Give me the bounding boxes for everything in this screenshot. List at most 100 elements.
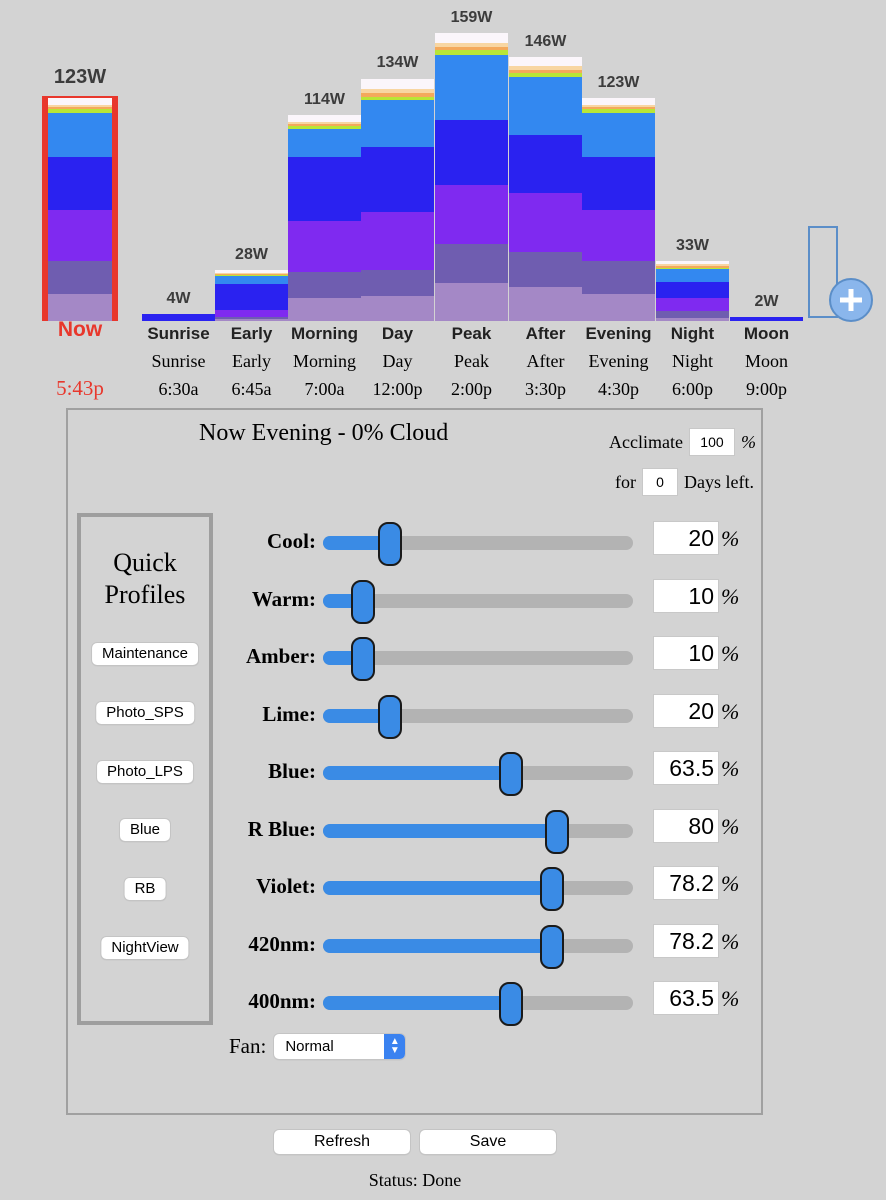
channel-value-input[interactable]: 78.2 — [653, 923, 719, 958]
bar-segment-violet — [435, 185, 508, 245]
channel-label: Warm: — [251, 586, 316, 611]
bar-night[interactable]: 33W Night Night 6:00p — [656, 0, 729, 408]
bar-sunrise[interactable]: 4W Sunrise Sunrise 6:30a — [142, 0, 215, 408]
channel-slider[interactable] — [323, 867, 633, 911]
bar-after[interactable]: 146W After After 3:30p — [509, 0, 582, 408]
slider-thumb[interactable] — [544, 809, 569, 854]
bar-segment-cool — [48, 98, 112, 106]
percent-label: % — [721, 641, 740, 666]
bar-segment-blue — [288, 129, 361, 158]
bar-segment-420nm — [288, 272, 361, 299]
channel-row: Blue: 63.5% — [68, 749, 765, 796]
bar-segment-violet — [288, 221, 361, 273]
channel-label: 420nm: — [248, 931, 316, 956]
slider-fill — [323, 766, 516, 780]
slider-thumb[interactable] — [499, 982, 524, 1026]
channel-slider[interactable] — [323, 809, 633, 854]
slider-thumb[interactable] — [499, 752, 524, 796]
slider-thumb[interactable] — [378, 694, 403, 739]
bar-stack — [582, 98, 655, 321]
status-text: Status: Done — [368, 1170, 462, 1190]
bar-watts-label: 114W — [304, 90, 345, 108]
bar-watts-label: 4W — [166, 289, 191, 307]
bar-evening[interactable]: 123W Evening Evening 4:30p — [582, 0, 655, 408]
bar-segment-420nm — [509, 252, 582, 287]
channel-slider[interactable] — [323, 694, 633, 739]
select-arrows-icon: ▲ ▼ — [384, 1034, 406, 1059]
slider-thumb[interactable] — [378, 522, 403, 566]
days-input[interactable]: 0 — [642, 468, 678, 496]
save-button[interactable]: Save — [420, 1130, 556, 1154]
bar-watts-label: 134W — [376, 54, 419, 72]
bar-time: 5:43p — [56, 376, 104, 400]
slider-thumb[interactable] — [539, 924, 564, 969]
channel-slider[interactable] — [323, 924, 633, 969]
bar-stack — [142, 313, 215, 321]
bar-stack — [288, 114, 361, 321]
bar-segment-420nm — [361, 270, 434, 296]
bar-morning[interactable]: 114W Morning Morning 7:00a — [288, 0, 361, 408]
channel-value-input[interactable]: 63.5 — [653, 751, 719, 785]
bar-stack — [42, 96, 118, 321]
channel-slider[interactable] — [323, 637, 633, 681]
bar-segment-r-blue — [288, 157, 361, 222]
channel-value-input[interactable]: 20 — [653, 693, 719, 728]
plus-circle-icon[interactable] — [829, 278, 873, 322]
slider-thumb[interactable] — [350, 637, 375, 681]
bar-segment-r-blue — [142, 314, 215, 321]
bar-watts-label: 123W — [597, 74, 640, 92]
channel-value-input[interactable]: 10 — [653, 578, 719, 613]
bar-segment-blue — [435, 54, 508, 121]
bar-watts-label: 2W — [754, 293, 779, 311]
channel-value-input[interactable]: 10 — [653, 636, 719, 670]
percent-label: % — [721, 928, 740, 954]
bar-watts-label: 28W — [235, 246, 268, 264]
bar-label: Moon — [743, 324, 790, 343]
bar-early[interactable]: 28W Early Early 6:45a — [215, 0, 288, 408]
channel-slider[interactable] — [323, 579, 633, 624]
schedule-chart: 123W Now 5:43p 4W Sunrise Sunrise 6:30a 28W Earl… — [0, 0, 886, 408]
for-label: for — [615, 471, 636, 492]
fan-row: Fan: Normal ▲ ▼ — [229, 1034, 406, 1059]
channel-row: Cool: 20% — [68, 519, 765, 566]
channel-label: R Blue: — [247, 816, 316, 841]
bar-stack — [656, 261, 729, 321]
slider-thumb[interactable] — [350, 579, 375, 624]
acclimate-label: Acclimate — [609, 431, 683, 452]
channel-value-input[interactable]: 63.5 — [653, 981, 719, 1015]
channel-slider[interactable] — [323, 522, 633, 566]
bar-watts-label: 33W — [676, 237, 709, 255]
percent-label: % — [721, 756, 740, 781]
percent-label: % — [721, 698, 740, 724]
bar-segment-400nm — [582, 293, 655, 321]
channel-value-input[interactable]: 20 — [653, 521, 719, 555]
refresh-button[interactable]: Refresh — [274, 1130, 410, 1154]
slider-fill — [323, 881, 556, 895]
bar-segment-400nm — [48, 293, 112, 321]
bar-segment-r-blue — [730, 317, 803, 321]
channel-slider[interactable] — [323, 982, 633, 1026]
channel-value-input[interactable]: 78.2 — [653, 866, 719, 900]
settings-panel: Now Evening - 0% Cloud Acclimate 100 % f… — [66, 408, 763, 1115]
channel-value-input[interactable]: 80 — [653, 808, 719, 843]
channel-row: Warm: 10% — [68, 577, 765, 624]
fan-selected-value: Normal — [285, 1038, 334, 1055]
acclimate-input[interactable]: 100 — [688, 428, 735, 456]
channel-row: Violet: 78.2% — [68, 864, 765, 911]
slider-thumb[interactable] — [539, 867, 564, 911]
bar-now[interactable]: 123W Now 5:43p — [42, 0, 118, 408]
bar-time: 9:00p — [745, 379, 787, 399]
bar-moon[interactable]: 2W Moon Moon 9:00p — [730, 0, 803, 408]
bar-day[interactable]: 134W Day Day 12:00p — [361, 0, 434, 408]
bar-peak[interactable]: 159W Peak Peak 2:00p — [435, 0, 508, 408]
acclimate-row: Acclimate 100 % — [609, 428, 756, 456]
percent-label: % — [721, 871, 740, 896]
fan-select[interactable]: Normal ▲ ▼ — [274, 1034, 406, 1059]
channel-slider[interactable] — [323, 752, 633, 796]
channel-label: Cool: — [267, 529, 316, 553]
channel-row: Lime: 20% — [68, 692, 765, 739]
bar-segment-r-blue — [215, 283, 288, 311]
bar-segment-blue — [656, 269, 729, 283]
bar-segment-blue — [361, 100, 434, 148]
channel-label: Violet: — [256, 874, 316, 898]
